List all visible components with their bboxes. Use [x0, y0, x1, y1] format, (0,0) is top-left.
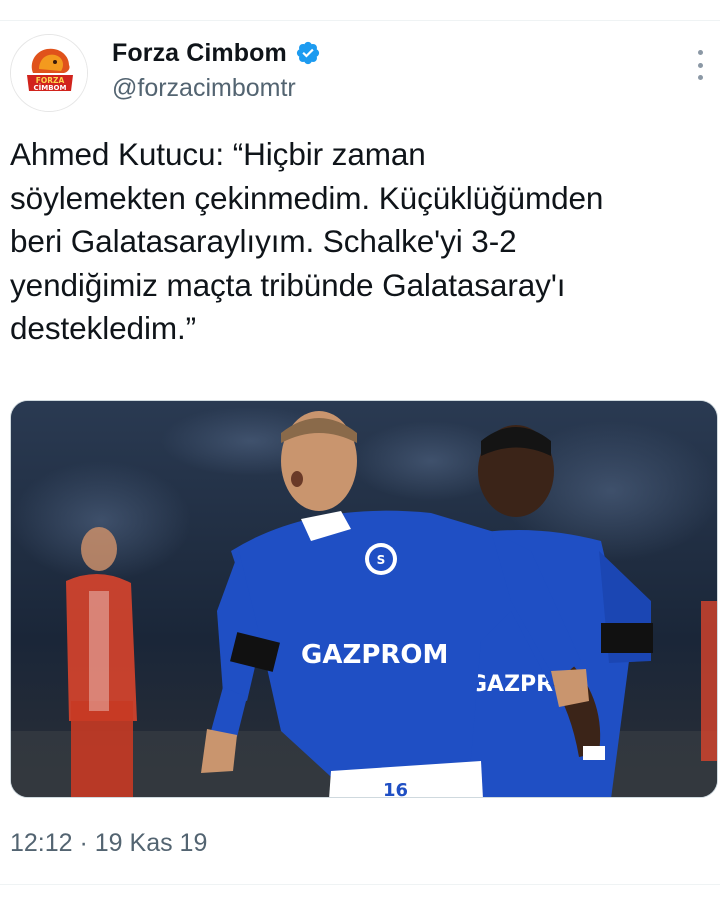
crest-icon: S [377, 553, 386, 567]
tweet-text: Ahmed Kutucu: “Hiçbir zaman söylemekten … [10, 136, 604, 346]
verified-badge-icon [295, 40, 321, 66]
more-dot [697, 62, 703, 68]
more-dot [697, 75, 703, 80]
shorts-number: 16 [383, 780, 408, 798]
top-divider [0, 20, 720, 21]
author-name-row: Forza Cimbom [112, 36, 321, 70]
tweet-timestamp[interactable]: 12:12 · 19 Kas 19 [10, 829, 207, 858]
author-display-name[interactable]: Forza Cimbom [112, 39, 287, 68]
more-dot [697, 50, 703, 55]
more-options-icon[interactable] [692, 50, 708, 80]
bottom-divider [0, 884, 720, 885]
author-handle[interactable]: @forzacimbomtr [112, 74, 296, 103]
sponsor-text: GAZPROM [301, 640, 448, 670]
avatar-label-2: CİMBOM [34, 83, 67, 92]
profile-avatar[interactable]: FORZA CİMBOM [10, 34, 88, 112]
tweet-media-photo[interactable]: GAZPRO S GAZPROM 16 [10, 400, 718, 798]
